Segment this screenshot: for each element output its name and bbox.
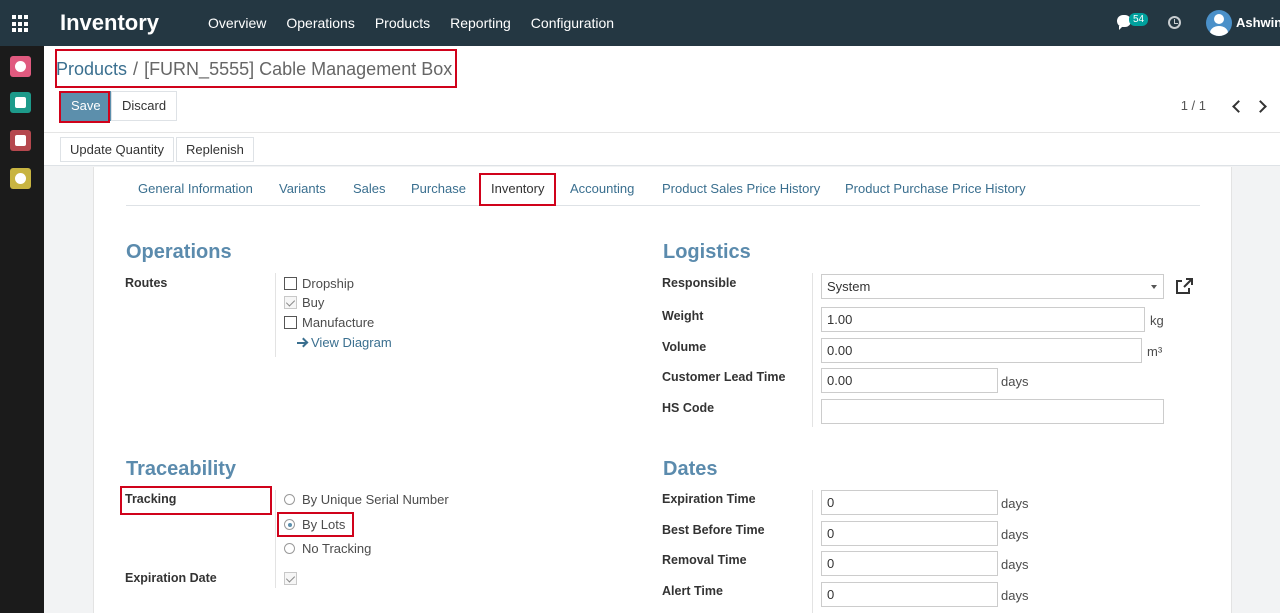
weight-unit: kg — [1150, 313, 1164, 328]
tab-variants[interactable]: Variants — [279, 181, 326, 196]
user-name[interactable]: Ashwin — [1236, 15, 1280, 30]
settings-app-icon[interactable] — [10, 168, 31, 189]
best-before-time-input[interactable]: 0 — [821, 521, 998, 546]
routes-label: Routes — [125, 276, 168, 290]
logistics-divider — [812, 273, 813, 427]
tab-accounting[interactable]: Accounting — [570, 181, 634, 196]
operations-title: Operations — [126, 241, 232, 263]
tab-sales[interactable]: Sales — [353, 181, 386, 196]
tracking-serial-radio[interactable] — [284, 494, 295, 505]
expiration-time-input[interactable]: 0 — [821, 490, 998, 515]
breadcrumb-products[interactable]: Products — [56, 59, 127, 79]
pager-value[interactable]: 1 / 1 — [1181, 98, 1206, 113]
tracking-serial-label: By Unique Serial Number — [302, 492, 449, 507]
removal-time-unit: days — [1001, 557, 1029, 572]
dates-divider — [812, 490, 813, 613]
routes-divider — [275, 273, 276, 357]
avatar[interactable] — [1206, 10, 1232, 36]
removal-time-input[interactable]: 0 — [821, 551, 998, 576]
expiration-date-label: Expiration Date — [125, 571, 217, 585]
responsible-value: System — [827, 279, 871, 294]
hs-code-input[interactable] — [821, 399, 1164, 424]
volume-label: Volume — [662, 340, 707, 354]
apps-menu-icon[interactable] — [12, 15, 30, 33]
message-count-badge: 54 — [1129, 13, 1149, 26]
chevron-down-icon — [1151, 285, 1157, 289]
tracking-none-label: No Tracking — [302, 541, 372, 556]
app-sidebar — [0, 46, 44, 613]
logistics-title: Logistics — [663, 241, 751, 263]
control-panel: Products / [FURN_5555] Cable Management Bo… — [44, 46, 1280, 166]
save-button[interactable]: Save — [60, 91, 112, 121]
customer-lead-time-label: Customer Lead Time — [662, 370, 786, 384]
pager-previous-icon[interactable] — [1230, 99, 1242, 113]
expiration-time-label: Expiration Time — [662, 492, 756, 506]
breadcrumb-current: [FURN_5555] Cable Management Box — [144, 59, 453, 79]
view-diagram-label: View Diagram — [311, 335, 392, 350]
pager-next-icon[interactable] — [1256, 99, 1268, 113]
route-manufacture-label: Manufacture — [302, 315, 375, 330]
tracking-lots-radio[interactable] — [284, 519, 295, 530]
view-diagram-link[interactable]: View Diagram — [297, 335, 392, 350]
tab-general-information[interactable]: General Information — [138, 181, 253, 196]
replenish-button[interactable]: Replenish — [176, 137, 254, 162]
menu-reporting[interactable]: Reporting — [440, 0, 521, 46]
route-buy-label: Buy — [302, 295, 325, 310]
tab-product-sales-price-history[interactable]: Product Sales Price History — [662, 181, 820, 196]
inventory-app-icon[interactable] — [10, 130, 31, 151]
top-navbar: Inventory Overview Operations Products R… — [0, 0, 1280, 46]
responsible-label: Responsible — [662, 276, 737, 290]
dates-title: Dates — [663, 458, 718, 480]
menu-products[interactable]: Products — [365, 0, 440, 46]
tab-product-purchase-price-history[interactable]: Product Purchase Price History — [845, 181, 1026, 196]
update-quantity-button[interactable]: Update Quantity — [60, 137, 174, 162]
menu-configuration[interactable]: Configuration — [521, 0, 624, 46]
menu-overview[interactable]: Overview — [198, 0, 276, 46]
tab-inventory[interactable]: Inventory — [491, 181, 544, 196]
best-before-time-label: Best Before Time — [662, 523, 765, 537]
tracking-divider — [275, 490, 276, 588]
volume-input[interactable]: 0.00 — [821, 338, 1142, 363]
expiration-date-checkbox[interactable] — [284, 572, 297, 585]
control-panel-divider — [44, 132, 1280, 133]
contacts-app-icon[interactable] — [10, 92, 31, 113]
menu-operations[interactable]: Operations — [276, 0, 364, 46]
volume-unit: m³ — [1147, 344, 1163, 359]
notebook-tabs: General Information Variants Sales Purch… — [126, 167, 1200, 206]
weight-input[interactable]: 1.00 — [821, 307, 1145, 332]
responsible-select[interactable]: System — [821, 274, 1164, 299]
tracking-label: Tracking — [125, 492, 177, 506]
form-sheet: General Information Variants Sales Purch… — [93, 167, 1232, 613]
external-link-icon[interactable] — [1174, 277, 1194, 295]
tab-purchase[interactable]: Purchase — [411, 181, 466, 196]
alert-time-unit: days — [1001, 588, 1029, 603]
lead-time-unit: days — [1001, 374, 1029, 389]
removal-time-label: Removal Time — [662, 553, 747, 567]
tracking-lots-label: By Lots — [302, 517, 346, 532]
tracking-none-radio[interactable] — [284, 543, 295, 554]
hs-code-label: HS Code — [662, 401, 715, 415]
weight-label: Weight — [662, 309, 704, 323]
route-buy-checkbox[interactable] — [284, 296, 297, 309]
main-menu: Overview Operations Products Reporting C… — [198, 0, 624, 46]
arrow-right-icon — [297, 338, 307, 348]
alert-time-label: Alert Time — [662, 584, 723, 598]
traceability-title: Traceability — [126, 458, 237, 480]
alert-time-input[interactable]: 0 — [821, 582, 998, 607]
customer-lead-time-input[interactable]: 0.00 — [821, 368, 998, 393]
discard-button[interactable]: Discard — [111, 91, 178, 121]
best-before-time-unit: days — [1001, 527, 1029, 542]
breadcrumb: Products / [FURN_5555] Cable Management Bo… — [56, 54, 452, 84]
discuss-app-icon[interactable] — [10, 56, 31, 77]
app-title[interactable]: Inventory — [60, 10, 159, 36]
breadcrumb-separator: / — [133, 59, 139, 79]
route-manufacture-checkbox[interactable] — [284, 316, 297, 329]
route-dropship-label: Dropship — [302, 276, 355, 291]
route-dropship-checkbox[interactable] — [284, 277, 297, 290]
clock-icon[interactable] — [1168, 16, 1181, 29]
expiration-time-unit: days — [1001, 496, 1029, 511]
